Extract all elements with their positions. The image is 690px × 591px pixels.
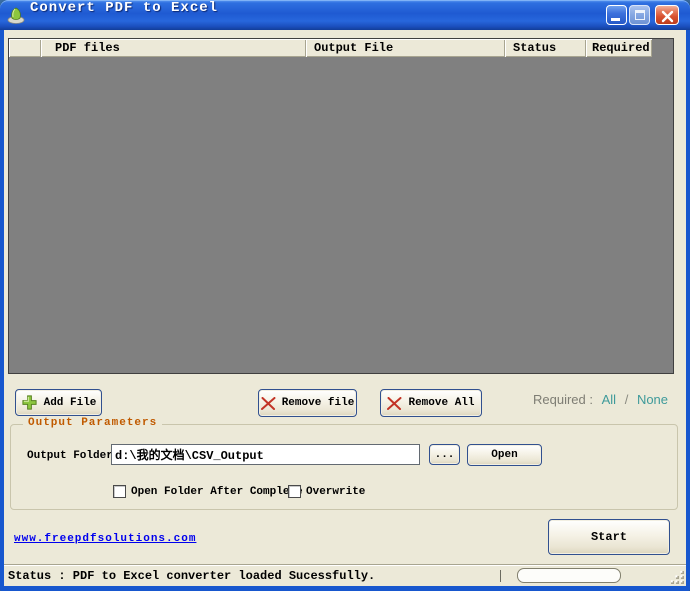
required-none-link[interactable]: None	[637, 392, 668, 407]
remove-file-label: Remove file	[282, 397, 355, 409]
required-label: Required :	[533, 392, 593, 407]
pdf-file-list[interactable]: PDF files Output File Status Required	[8, 38, 674, 374]
required-separator: /	[625, 392, 629, 407]
column-header-required[interactable]: Required	[586, 39, 652, 57]
website-link[interactable]: www.freepdfsolutions.com	[14, 533, 196, 545]
output-folder-input[interactable]	[111, 444, 420, 465]
window-title: Convert PDF to Excel	[30, 0, 218, 16]
open-folder-after-complete-checkbox[interactable]	[113, 485, 126, 498]
status-text: Status : PDF to Excel converter loaded S…	[8, 569, 375, 583]
start-label: Start	[591, 530, 627, 544]
column-header-pdf-files[interactable]: PDF files	[41, 39, 306, 57]
column-header-status[interactable]: Status	[505, 39, 586, 57]
resize-grip-icon[interactable]	[671, 571, 685, 585]
open-folder-button[interactable]: Open	[467, 444, 542, 466]
status-divider	[500, 570, 501, 582]
required-selector: Required : All / None	[533, 392, 673, 407]
browse-button[interactable]: ...	[429, 444, 460, 465]
close-icon	[661, 10, 674, 23]
column-header-blank[interactable]	[9, 39, 41, 57]
app-window: Convert PDF to Excel PDF files Output Fi…	[0, 0, 690, 591]
list-body-empty[interactable]	[9, 57, 673, 373]
maximize-button[interactable]	[629, 5, 650, 25]
close-button[interactable]	[655, 5, 679, 25]
add-icon	[21, 394, 38, 411]
remove-all-icon	[387, 397, 402, 410]
remove-file-icon	[261, 397, 276, 410]
overwrite-label: Overwrite	[306, 486, 365, 498]
add-file-button[interactable]: Add File	[15, 389, 102, 416]
progress-bar	[517, 568, 621, 583]
minimize-button[interactable]	[606, 5, 627, 25]
output-parameters-group: Output Parameters Output Folder ... Open…	[10, 424, 678, 510]
titlebar[interactable]: Convert PDF to Excel	[0, 0, 690, 30]
maximize-icon	[635, 10, 645, 20]
overwrite-checkbox[interactable]	[288, 485, 301, 498]
minimize-icon	[611, 18, 620, 21]
list-header: PDF files Output File Status Required	[9, 39, 673, 57]
app-icon	[6, 5, 26, 25]
remove-all-label: Remove All	[408, 397, 474, 409]
start-button[interactable]: Start	[548, 519, 670, 555]
group-title: Output Parameters	[23, 417, 162, 429]
required-all-link[interactable]: All	[602, 392, 616, 407]
remove-all-button[interactable]: Remove All	[380, 389, 482, 417]
add-file-label: Add File	[44, 397, 97, 409]
column-header-output-file[interactable]: Output File	[306, 39, 505, 57]
output-folder-label: Output Folder	[27, 450, 113, 462]
open-label: Open	[491, 449, 517, 461]
remove-file-button[interactable]: Remove file	[258, 389, 357, 417]
browse-label: ...	[435, 449, 455, 461]
open-folder-after-complete-label: Open Folder After Complete	[131, 486, 303, 498]
status-bar: Status : PDF to Excel converter loaded S…	[4, 564, 686, 586]
client-area: PDF files Output File Status Required Ad…	[4, 30, 686, 586]
